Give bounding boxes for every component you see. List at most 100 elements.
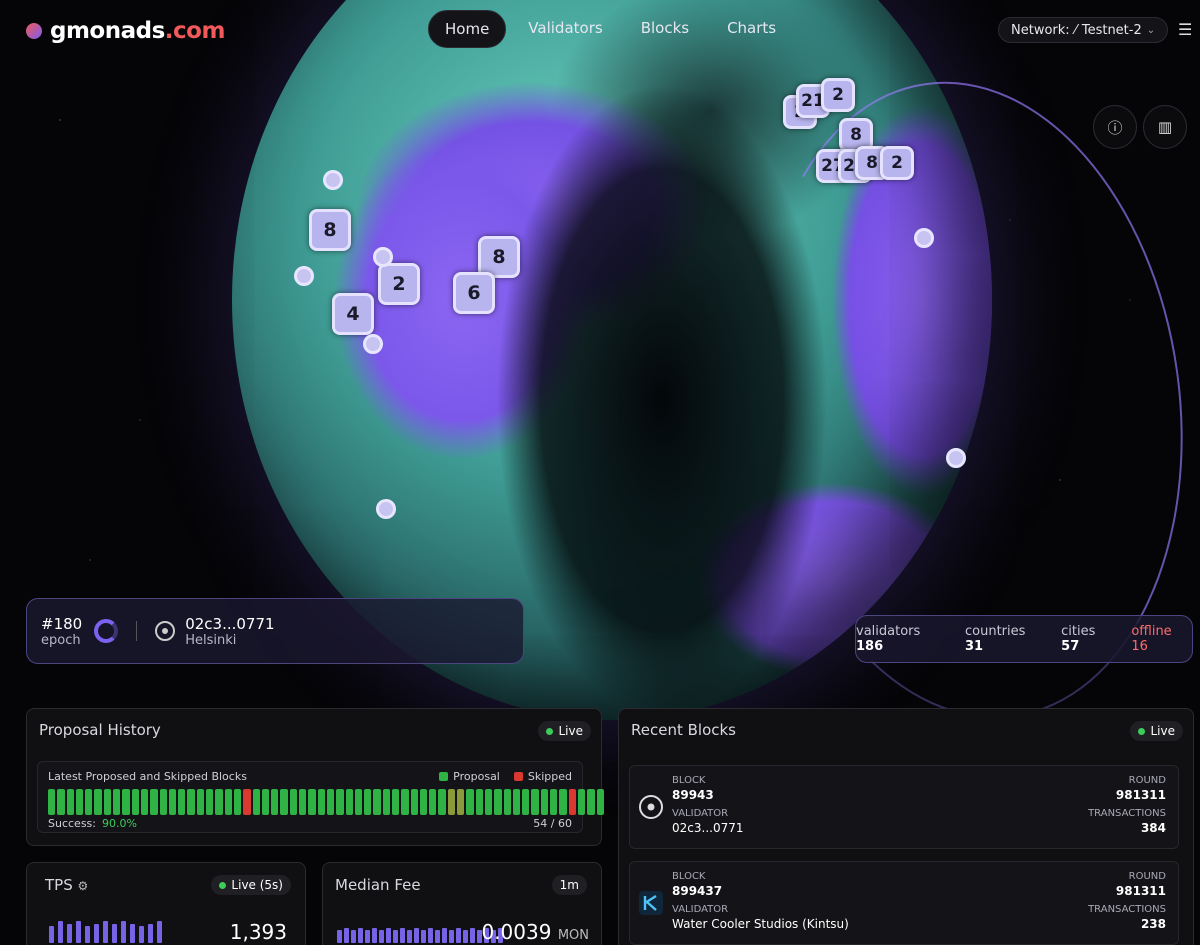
proposal-block-bar[interactable] bbox=[503, 789, 511, 815]
proposal-block-bar[interactable] bbox=[550, 789, 558, 815]
proposal-block-bar[interactable] bbox=[122, 789, 130, 815]
proposal-block-bar[interactable] bbox=[261, 789, 270, 815]
spark-bar bbox=[139, 926, 144, 943]
proposal-block-bar[interactable] bbox=[299, 789, 307, 815]
proposal-block-bar[interactable] bbox=[391, 789, 400, 815]
history-legend: Proposal Skipped bbox=[439, 770, 572, 783]
logo-icon bbox=[26, 23, 42, 39]
map-view-button[interactable]: ▥ bbox=[1143, 105, 1187, 149]
brand-logo[interactable]: gmonads.com bbox=[26, 18, 225, 44]
proposal-block-bar[interactable] bbox=[168, 789, 177, 815]
panel-title: Median Fee bbox=[335, 876, 421, 894]
proposal-block-bar[interactable] bbox=[577, 789, 586, 815]
map-pin[interactable] bbox=[323, 170, 343, 190]
proposal-block-bar[interactable] bbox=[113, 789, 121, 815]
proposal-block-bar[interactable] bbox=[410, 789, 418, 815]
map-pin[interactable] bbox=[946, 448, 966, 468]
spark-bar bbox=[414, 927, 419, 943]
proposal-block-bar[interactable] bbox=[66, 789, 74, 815]
map-marker[interactable]: 2 bbox=[880, 146, 914, 180]
proposal-block-bar[interactable] bbox=[531, 789, 539, 815]
proposal-block-bar[interactable] bbox=[196, 789, 205, 815]
proposal-block-bar[interactable] bbox=[206, 789, 214, 815]
validator-name[interactable]: Water Cooler Studios (Kintsu) bbox=[672, 917, 849, 931]
proposal-block-bar[interactable] bbox=[75, 789, 84, 815]
proposal-block-bar[interactable] bbox=[559, 789, 567, 815]
proposal-block-bar[interactable] bbox=[289, 789, 298, 815]
proposal-block-bar[interactable] bbox=[522, 789, 530, 815]
proposal-block-bar[interactable] bbox=[466, 789, 474, 815]
skipped-block-bar[interactable] bbox=[447, 789, 456, 815]
proposal-block-bar[interactable] bbox=[280, 789, 288, 815]
proposal-block-bar[interactable] bbox=[233, 789, 242, 815]
proposal-block-bar[interactable] bbox=[178, 789, 186, 815]
proposal-block-bar[interactable] bbox=[215, 789, 223, 815]
map-pin[interactable] bbox=[914, 228, 934, 248]
validator-name[interactable]: 02c3...0771 bbox=[672, 821, 743, 835]
spark-bar bbox=[351, 929, 356, 943]
proposal-block-bar[interactable] bbox=[484, 789, 493, 815]
nav-validators[interactable]: Validators bbox=[512, 10, 618, 48]
block-row[interactable]: BLOCK 89943 VALIDATOR 02c3...0771 ROUND … bbox=[629, 765, 1179, 849]
block-row[interactable]: BLOCK 899437 VALIDATOR Water Cooler Stud… bbox=[629, 861, 1179, 945]
proposal-block-bar[interactable] bbox=[317, 789, 325, 815]
proposal-block-bar[interactable] bbox=[85, 789, 93, 815]
map-marker[interactable]: 2 bbox=[821, 78, 855, 112]
map-pin[interactable] bbox=[294, 266, 314, 286]
network-selector[interactable]: Network: ⁄ Testnet-2 ⌄ bbox=[998, 17, 1169, 43]
proposal-block-bar[interactable] bbox=[103, 789, 112, 815]
block-number[interactable]: 899437 bbox=[672, 884, 722, 898]
block-number[interactable]: 89943 bbox=[672, 788, 714, 802]
map-marker[interactable]: 2 bbox=[378, 263, 420, 305]
proposal-block-bar[interactable] bbox=[596, 789, 604, 815]
proposal-block-bar[interactable] bbox=[512, 789, 521, 815]
divider bbox=[136, 621, 138, 641]
proposal-block-bar[interactable] bbox=[587, 789, 595, 815]
nav-home[interactable]: Home bbox=[428, 10, 507, 48]
map-marker[interactable]: 8 bbox=[309, 209, 351, 251]
proposal-block-bar[interactable] bbox=[159, 789, 167, 815]
map-pin[interactable] bbox=[376, 499, 396, 519]
epoch-number: #180 bbox=[41, 614, 83, 633]
proposal-block-bar[interactable] bbox=[308, 789, 316, 815]
proposal-block-bar[interactable] bbox=[57, 789, 65, 815]
proposal-block-bar[interactable] bbox=[140, 789, 149, 815]
proposal-block-bar[interactable] bbox=[48, 789, 56, 815]
map-marker[interactable]: 4 bbox=[332, 293, 374, 335]
history-subtitle: Latest Proposed and Skipped Blocks bbox=[48, 770, 247, 783]
proposal-block-bar[interactable] bbox=[326, 789, 335, 815]
range-badge[interactable]: 1m bbox=[551, 875, 587, 895]
proposal-block-bar[interactable] bbox=[540, 789, 549, 815]
skipped-block-bar[interactable] bbox=[568, 789, 576, 815]
proposal-block-bar[interactable] bbox=[475, 789, 483, 815]
proposal-block-bar[interactable] bbox=[354, 789, 363, 815]
proposal-block-bar[interactable] bbox=[271, 789, 279, 815]
proposal-block-bar[interactable] bbox=[401, 789, 409, 815]
skipped-block-bar[interactable] bbox=[243, 789, 251, 815]
proposal-block-bar[interactable] bbox=[187, 789, 195, 815]
info-button[interactable]: ⓘ bbox=[1093, 105, 1137, 149]
proposal-block-bar[interactable] bbox=[438, 789, 446, 815]
proposal-block-bar[interactable] bbox=[494, 789, 502, 815]
menu-icon[interactable]: ☰ bbox=[1178, 20, 1192, 39]
proposal-block-bar[interactable] bbox=[382, 789, 390, 815]
proposal-block-bar[interactable] bbox=[345, 789, 353, 815]
proposal-block-bar[interactable] bbox=[252, 789, 260, 815]
proposal-block-bar[interactable] bbox=[150, 789, 158, 815]
map-pin[interactable] bbox=[373, 247, 393, 267]
proposal-block-bar[interactable] bbox=[131, 789, 139, 815]
skipped-block-bar[interactable] bbox=[457, 789, 465, 815]
nav-blocks[interactable]: Blocks bbox=[625, 10, 705, 48]
proposal-block-bar[interactable] bbox=[94, 789, 102, 815]
wand-icon: ⁄ bbox=[1074, 22, 1077, 38]
proposal-block-bar[interactable] bbox=[224, 789, 232, 815]
proposal-block-bar[interactable] bbox=[373, 789, 381, 815]
nav-charts[interactable]: Charts bbox=[711, 10, 792, 48]
proposal-block-bar[interactable] bbox=[419, 789, 428, 815]
map-marker[interactable]: 6 bbox=[453, 272, 495, 314]
proposal-block-bar[interactable] bbox=[336, 789, 344, 815]
current-validator[interactable]: 02c3...0771 bbox=[185, 615, 274, 633]
proposal-block-bar[interactable] bbox=[429, 789, 437, 815]
proposal-block-bar[interactable] bbox=[364, 789, 372, 815]
map-pin[interactable] bbox=[363, 334, 383, 354]
